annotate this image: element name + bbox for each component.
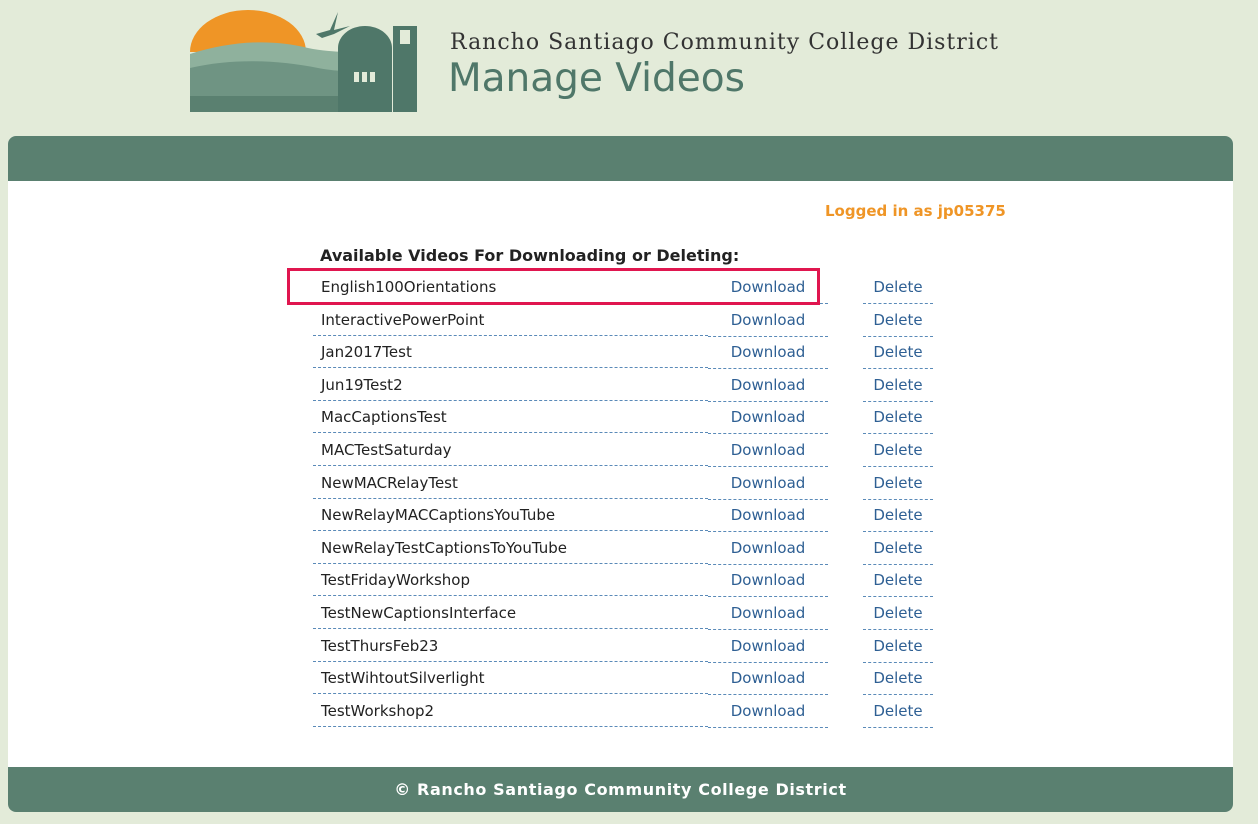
download-link[interactable]: Download xyxy=(708,468,828,500)
delete-link[interactable]: Delete xyxy=(863,598,933,630)
download-link[interactable]: Download xyxy=(708,402,828,435)
video-name: TestFridayWorkshop xyxy=(313,565,708,597)
download-link[interactable]: Download xyxy=(708,631,828,663)
navigation-bar xyxy=(8,136,1233,181)
video-list: English100Orientations Download Delete Inte… xyxy=(313,272,933,728)
video-name: NewMACRelayTest xyxy=(313,468,708,499)
delete-link[interactable]: Delete xyxy=(863,435,933,467)
download-link[interactable]: Download xyxy=(708,370,828,402)
video-name: MacCaptionsTest xyxy=(313,402,708,434)
delete-link[interactable]: Delete xyxy=(863,272,933,304)
delete-link[interactable]: Delete xyxy=(863,402,933,435)
footer-bar: © Rancho Santiago Community College Dist… xyxy=(8,767,1233,812)
video-name: English100Orientations xyxy=(313,272,708,303)
video-name: TestWorkshop2 xyxy=(313,696,708,727)
download-link[interactable]: Download xyxy=(708,663,828,696)
download-link[interactable]: Download xyxy=(708,337,828,370)
delete-link[interactable]: Delete xyxy=(863,533,933,565)
delete-link[interactable]: Delete xyxy=(863,696,933,728)
content-panel: Logged in as jp05375 Available Videos Fo… xyxy=(8,136,1233,812)
download-link[interactable]: Download xyxy=(708,500,828,533)
delete-link[interactable]: Delete xyxy=(863,565,933,598)
video-row: Jan2017Test Download Delete xyxy=(313,337,933,370)
delete-link[interactable]: Delete xyxy=(863,337,933,370)
download-link[interactable]: Download xyxy=(708,305,828,337)
page-title: Manage Videos xyxy=(448,56,745,101)
delete-link[interactable]: Delete xyxy=(863,468,933,500)
video-row: TestWihtoutSilverlight Download Delete xyxy=(313,663,933,696)
delete-link[interactable]: Delete xyxy=(863,305,933,337)
video-row: NewRelayTestCaptionsToYouTube Download Del… xyxy=(313,533,933,566)
video-row: English100Orientations Download Delete xyxy=(313,272,933,305)
video-row: NewRelayMACCaptionsYouTube Download Delete xyxy=(313,500,933,533)
video-row: MacCaptionsTest Download Delete xyxy=(313,402,933,435)
video-name: NewRelayMACCaptionsYouTube xyxy=(313,500,708,532)
district-logo xyxy=(190,10,417,112)
video-row: TestNewCaptionsInterface Download Delete xyxy=(313,598,933,631)
district-name: Rancho Santiago Community College Distri… xyxy=(450,30,999,55)
video-row: TestThursFeb23 Download Delete xyxy=(313,631,933,664)
video-name: InteractivePowerPoint xyxy=(313,305,708,336)
video-row: NewMACRelayTest Download Delete xyxy=(313,468,933,501)
video-name: Jan2017Test xyxy=(313,337,708,369)
video-row: TestWorkshop2 Download Delete xyxy=(313,696,933,729)
logged-in-status: Logged in as jp05375 xyxy=(825,202,1006,220)
video-name: MACTestSaturday xyxy=(313,435,708,466)
video-name: TestWihtoutSilverlight xyxy=(313,663,708,695)
video-name: NewRelayTestCaptionsToYouTube xyxy=(313,533,708,564)
site-header: Rancho Santiago Community College Distri… xyxy=(0,0,1258,136)
video-row: InteractivePowerPoint Download Delete xyxy=(313,305,933,338)
delete-link[interactable]: Delete xyxy=(863,631,933,663)
video-row: TestFridayWorkshop Download Delete xyxy=(313,565,933,598)
video-row: MACTestSaturday Download Delete xyxy=(313,435,933,468)
delete-link[interactable]: Delete xyxy=(863,500,933,533)
download-link[interactable]: Download xyxy=(708,272,828,304)
video-name: Jun19Test2 xyxy=(313,370,708,401)
download-link[interactable]: Download xyxy=(708,565,828,598)
download-link[interactable]: Download xyxy=(708,696,828,728)
video-name: TestNewCaptionsInterface xyxy=(313,598,708,629)
download-link[interactable]: Download xyxy=(708,435,828,467)
delete-link[interactable]: Delete xyxy=(863,370,933,402)
video-name: TestThursFeb23 xyxy=(313,631,708,662)
download-link[interactable]: Download xyxy=(708,598,828,630)
download-link[interactable]: Download xyxy=(708,533,828,565)
video-list-heading: Available Videos For Downloading or Dele… xyxy=(320,246,740,265)
delete-link[interactable]: Delete xyxy=(863,663,933,696)
copyright-text: © Rancho Santiago Community College Dist… xyxy=(394,780,847,799)
video-row: Jun19Test2 Download Delete xyxy=(313,370,933,403)
